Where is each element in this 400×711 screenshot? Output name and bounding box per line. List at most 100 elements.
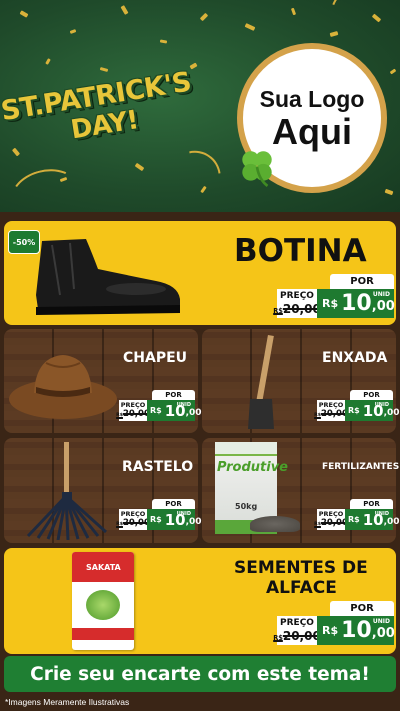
price-por-label: POR [330, 601, 394, 616]
unit-label: UNID [372, 291, 390, 298]
price-integer: 10 [341, 618, 372, 643]
bag-weight: 50kg [235, 502, 258, 511]
confetti [99, 67, 109, 72]
lettuce-illustration [86, 590, 120, 620]
confetti [389, 68, 397, 75]
featured-product-panel: BOTINA POR PREÇO R$20,00 R$ 10 ,00 UNID [4, 221, 396, 325]
price-decimal: ,00 [371, 626, 395, 641]
preco-label: PREÇO [120, 509, 146, 518]
ribbon [139, 0, 221, 59]
unit-label: UNID [374, 402, 389, 408]
new-price: R$ 10 ,00 UNID [147, 400, 202, 421]
preco-label: PREÇO [280, 618, 314, 628]
price-decimal: ,00 [185, 407, 202, 418]
product-name: RASTELO [122, 459, 194, 475]
new-price: R$ 10 ,00 UNID [317, 289, 395, 318]
header-banner: ST.PATRICK'S DAY! Sua Logo Aqui [0, 0, 400, 212]
price-decimal: ,00 [383, 516, 400, 527]
unit-label: UNID [176, 511, 191, 517]
cta-banner[interactable]: Crie seu encarte com este tema! [4, 656, 396, 692]
new-price: R$ 10 ,00 UNID [345, 400, 400, 421]
currency: R$ [322, 624, 339, 637]
clover-icon [242, 151, 272, 187]
new-price: R$ 10 ,00 UNID [147, 509, 202, 530]
currency: R$ [150, 515, 162, 524]
old-price-currency: R$ [273, 307, 283, 315]
old-price: PREÇO R$20,00 [314, 509, 348, 530]
old-price-value: 20,00 [282, 629, 321, 643]
old-price-currency: R$ [314, 413, 321, 419]
seed-packet-image: SAKATA [72, 552, 134, 650]
seeds-product-panel: SAKATA SEMENTES DE ALFACE POR PREÇO R$20… [4, 548, 396, 654]
confetti [290, 7, 297, 16]
price-tag: POR PREÇO R$20,00 R$ 10 ,00 UNID [273, 601, 395, 645]
price-por-label: POR [152, 499, 195, 509]
fertilizer-pile [250, 516, 300, 532]
price-por-label: POR [152, 390, 195, 400]
ribbon [321, 0, 399, 51]
product-name: CHAPEU [123, 350, 188, 366]
boot-image [36, 239, 180, 315]
confetti [19, 10, 29, 18]
old-price-currency: R$ [116, 413, 123, 419]
old-price: PREÇO R$20,00 [116, 509, 150, 530]
old-price: PREÇO R$20,00 [273, 289, 321, 318]
price-por-label: POR [350, 390, 393, 400]
confetti [244, 23, 256, 31]
product-card-fertilizantes: Produtive 50kg FERTILIZANTES POR PREÇO R… [202, 438, 400, 543]
preco-label: PREÇO [318, 400, 344, 409]
packet-bottom-band [72, 628, 134, 640]
price-decimal: ,00 [383, 407, 400, 418]
logo-line-2: Aqui [272, 110, 352, 152]
price-decimal: ,00 [185, 516, 202, 527]
hoe-image [248, 334, 274, 429]
unit-label: UNID [374, 511, 389, 517]
unit-label: UNID [176, 402, 191, 408]
new-price: R$ 10 ,00 UNID [345, 509, 400, 530]
new-price: R$ 10 ,00 UNID [317, 616, 395, 645]
old-price-currency: R$ [314, 522, 321, 528]
old-price-currency: R$ [116, 522, 123, 528]
product-name: FERTILIZANTES [322, 462, 400, 472]
currency: R$ [348, 406, 360, 415]
confetti [45, 58, 51, 65]
currency: R$ [150, 406, 162, 415]
bag-top-stripe [215, 442, 277, 456]
price-por-label: POR [350, 499, 393, 509]
bag-brand: Produtive [217, 460, 288, 475]
old-price-currency: R$ [273, 634, 283, 642]
price-tag: POR PREÇO R$20,00 R$ 10 ,00 UNID [273, 274, 395, 318]
old-price-value: 20,00 [282, 302, 321, 316]
confetti [134, 162, 145, 172]
old-price-value: 20,00 [320, 518, 348, 529]
product-card-chapeu: CHAPEU POR PREÇO R$20,00 R$ 10 ,00 UNID [4, 329, 202, 433]
confetti [120, 5, 129, 15]
old-price: PREÇO R$20,00 [273, 616, 321, 645]
price-decimal: ,00 [371, 299, 395, 314]
product-name: BOTINA [234, 233, 367, 269]
currency: R$ [348, 515, 360, 524]
price-por-label: POR [330, 274, 394, 289]
product-name: ENXADA [322, 350, 388, 366]
unit-label: UNID [372, 618, 390, 625]
discount-badge: -50% [8, 230, 40, 254]
product-card-enxada: ENXADA POR PREÇO R$20,00 R$ 10 ,00 UNID [202, 329, 400, 433]
old-price: PREÇO R$20,00 [314, 400, 348, 421]
price-tag: POR PREÇO R$20,00 R$ 10 ,00 UNID [314, 390, 400, 421]
old-price-value: 20,00 [122, 518, 150, 529]
product-name-line-1: SEMENTES DE [234, 558, 368, 578]
preco-label: PREÇO [280, 291, 314, 301]
preco-label: PREÇO [120, 400, 146, 409]
rake-image [26, 442, 108, 540]
product-name-line-2: ALFACE [266, 578, 337, 598]
confetti [384, 188, 394, 196]
price-tag: POR PREÇO R$20,00 R$ 10 ,00 UNID [116, 390, 202, 421]
currency: R$ [322, 297, 339, 310]
old-price-value: 20,00 [320, 409, 348, 420]
disclaimer-note: *Imagens Meramente Ilustrativas [5, 697, 130, 707]
product-card-rastelo: RASTELO POR PREÇO R$20,00 R$ 10 ,00 UNID [4, 438, 202, 543]
old-price: PREÇO R$20,00 [116, 400, 150, 421]
old-price-value: 20,00 [122, 409, 150, 420]
hat-image [9, 355, 117, 419]
packet-brand: SAKATA [86, 563, 121, 572]
